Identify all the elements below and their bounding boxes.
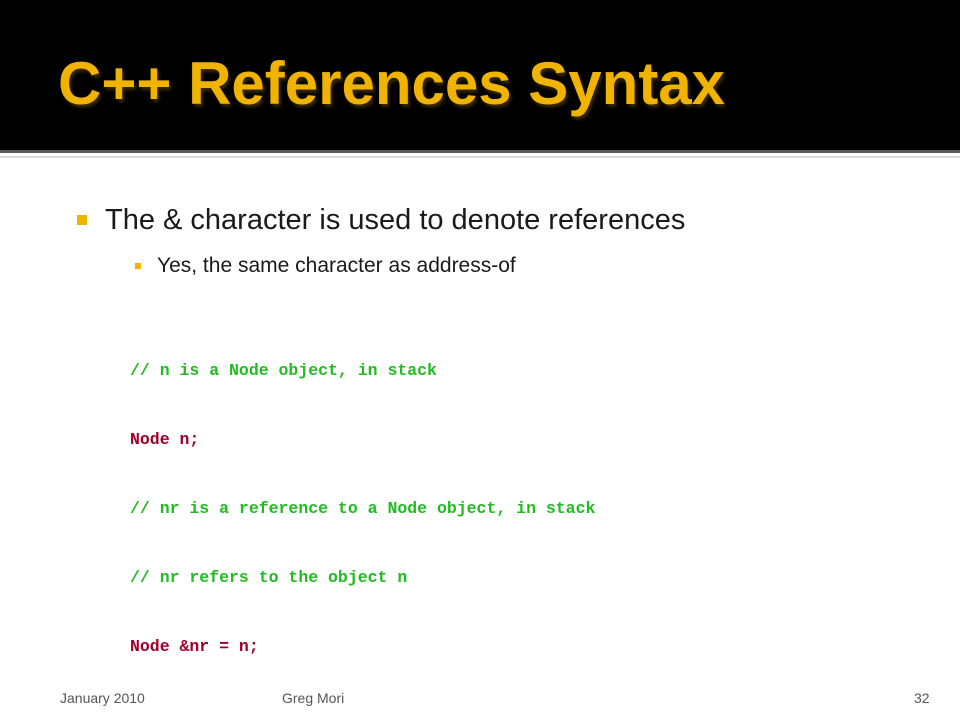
footer-author: Greg Mori	[282, 690, 345, 706]
title-divider	[0, 150, 960, 153]
title-divider-light	[0, 156, 960, 158]
footer-date: January 2010	[60, 690, 145, 706]
code-line: Node &nr = n;	[130, 637, 259, 656]
title-bar: C++ References Syntax	[0, 0, 960, 150]
sub-bullet-square-icon	[135, 263, 141, 269]
sub-bullet-text: Yes, the same character as address-of	[157, 254, 516, 277]
code-line: // nr is a reference to a Node object, i…	[130, 499, 596, 518]
bullet-square-icon	[77, 215, 87, 225]
code-line: // nr refers to the object n	[130, 568, 408, 587]
page-number: 32	[914, 690, 930, 706]
code-line: Node n;	[130, 430, 200, 449]
bullet-item: The & character is used to denote refere…	[77, 200, 685, 240]
sub-bullet-item: Yes, the same character as address-of	[135, 251, 516, 281]
bullet-text: The & character is used to denote refere…	[105, 203, 686, 236]
code-block: // n is a Node object, in stack Node n; …	[130, 320, 595, 684]
code-line: // n is a Node object, in stack	[130, 361, 437, 380]
slide-title: C++ References Syntax	[58, 50, 726, 117]
